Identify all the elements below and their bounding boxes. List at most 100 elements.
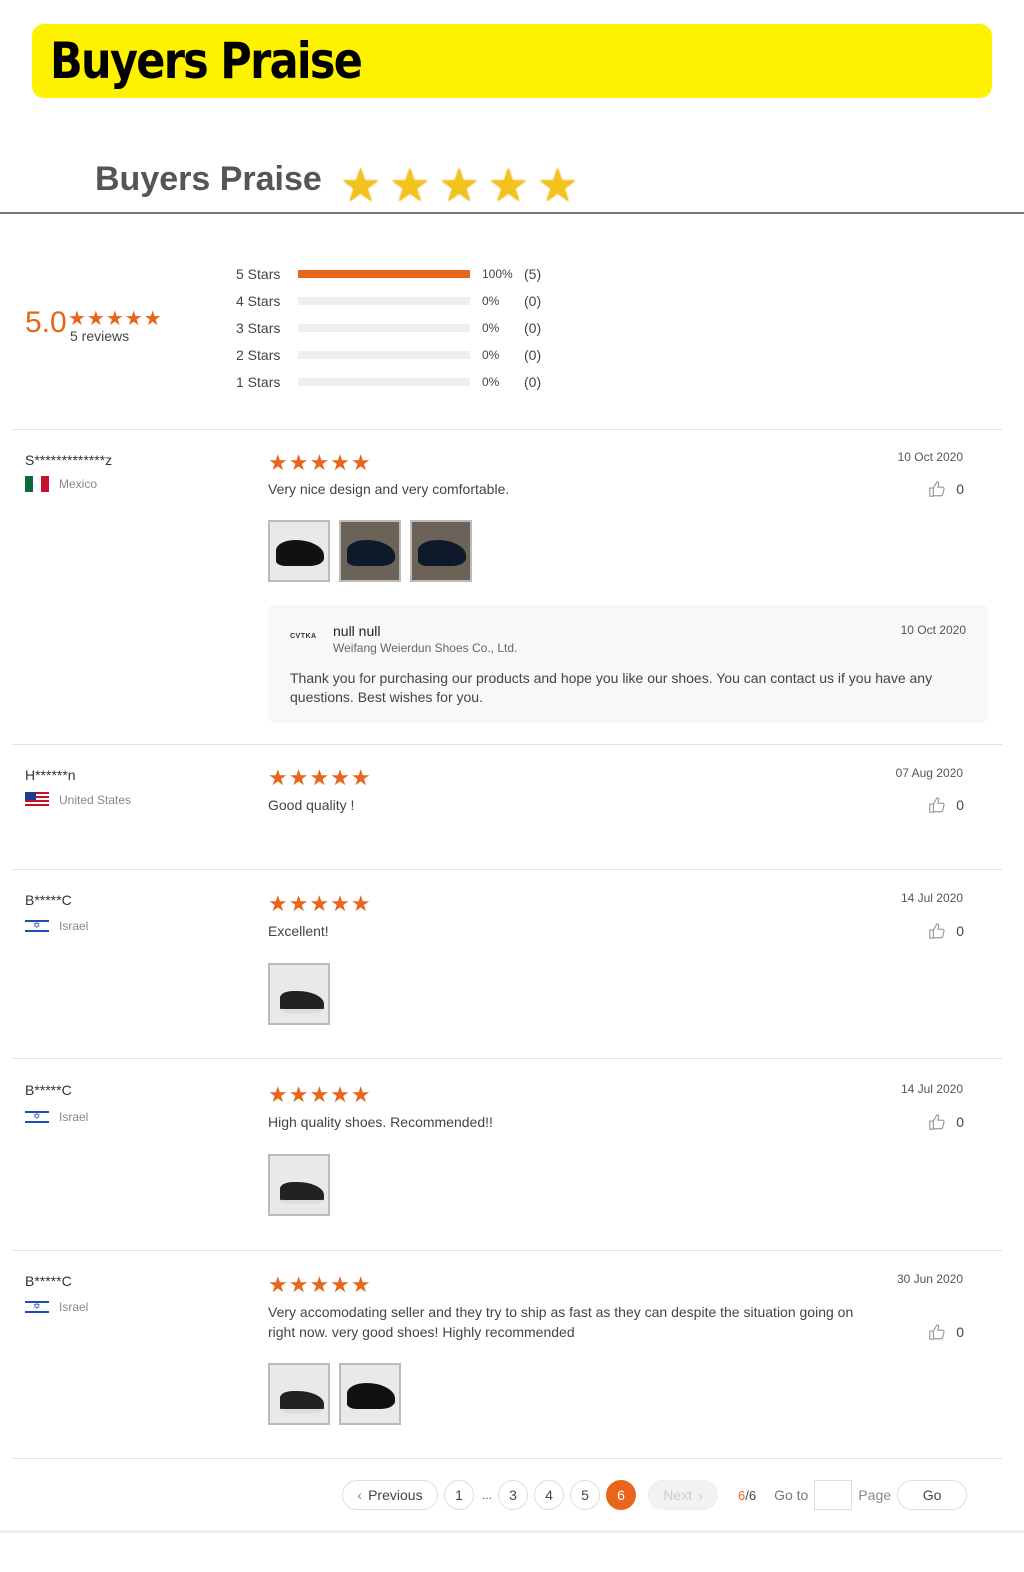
reviewer-name: B*****C bbox=[25, 1082, 72, 1098]
distribution-percent: 0% bbox=[482, 374, 500, 389]
israel-flag-icon bbox=[25, 1109, 49, 1125]
thumbs-up-icon bbox=[929, 797, 945, 813]
review-stars-icon: ★★★★★ bbox=[268, 450, 372, 475]
reply-company: Weifang Weierdun Shoes Co., Ltd. bbox=[333, 641, 518, 655]
review-photos bbox=[268, 1363, 401, 1425]
distribution-row[interactable]: 2 Stars 0% (0) bbox=[236, 341, 564, 368]
distribution-count: (5) bbox=[524, 265, 542, 282]
distribution-count: (0) bbox=[524, 373, 542, 390]
reply-name: null null bbox=[333, 623, 381, 639]
reviewer-country: United States bbox=[25, 792, 131, 808]
average-rating: 5.0 bbox=[25, 306, 67, 339]
review-text: Very accomodating seller and they try to… bbox=[268, 1304, 854, 1340]
like-button[interactable]: 0 bbox=[928, 796, 964, 814]
review-photo[interactable] bbox=[268, 520, 330, 582]
chevron-left-icon: ‹ bbox=[357, 1487, 363, 1503]
gold-star-icon: ★ bbox=[438, 159, 480, 211]
like-count: 0 bbox=[956, 1324, 964, 1340]
country-label: Israel bbox=[59, 1300, 89, 1314]
rating-summary: 5.0 ★★★★★ 5 reviews 5 Stars 100% (5) 4 S… bbox=[0, 250, 1024, 420]
review-photo[interactable] bbox=[268, 1154, 330, 1216]
review-stars-icon: ★★★★★ bbox=[268, 765, 372, 790]
country-label: United States bbox=[59, 793, 132, 807]
review-date: 10 Oct 2020 bbox=[897, 450, 963, 464]
page-total: 6/6 bbox=[738, 1488, 756, 1503]
review-count: 5 reviews bbox=[70, 328, 130, 344]
distribution-row[interactable]: 1 Stars 0% (0) bbox=[236, 368, 564, 395]
distribution-label: 2 Stars bbox=[236, 346, 281, 363]
go-button[interactable]: Go bbox=[897, 1480, 968, 1510]
praise-banner: Buyers Praise bbox=[32, 24, 992, 98]
like-button[interactable]: 0 bbox=[928, 922, 964, 940]
distribution-bar bbox=[298, 377, 470, 386]
like-button[interactable]: 0 bbox=[928, 1323, 964, 1341]
like-count: 0 bbox=[956, 797, 964, 813]
seller-logo: CVTKA bbox=[290, 633, 317, 640]
country-label: Israel bbox=[59, 919, 89, 933]
distribution-bar bbox=[298, 323, 470, 332]
page-button-4[interactable]: 4 bbox=[534, 1480, 564, 1510]
shoe-image bbox=[418, 540, 466, 566]
review-photo[interactable] bbox=[268, 963, 330, 1025]
shoe-image bbox=[347, 1383, 395, 1409]
review-photo[interactable] bbox=[268, 1363, 330, 1425]
page-button-3[interactable]: 3 bbox=[498, 1480, 528, 1510]
shoe-image bbox=[280, 991, 324, 1013]
us-flag-icon bbox=[25, 792, 49, 808]
divider bbox=[12, 1058, 1002, 1059]
gold-star-icon: ★ bbox=[389, 159, 431, 211]
israel-flag-icon bbox=[25, 918, 49, 934]
like-count: 0 bbox=[956, 481, 964, 497]
review-photos bbox=[268, 1154, 330, 1216]
review-text: Good quality ! bbox=[268, 797, 355, 813]
praise-title: Buyers Praise bbox=[95, 160, 322, 198]
thumbs-up-icon bbox=[929, 1114, 945, 1130]
distribution-bar bbox=[298, 350, 470, 359]
distribution-row[interactable]: 5 Stars 100% (5) bbox=[236, 260, 564, 287]
review-date: 14 Jul 2020 bbox=[900, 1082, 963, 1096]
review-photos bbox=[268, 520, 472, 582]
praise-header: Buyers Praise ★ ★ ★ ★ ★ bbox=[0, 150, 1024, 214]
chevron-right-icon: › bbox=[698, 1487, 703, 1503]
distribution-row[interactable]: 3 Stars 0% (0) bbox=[236, 314, 564, 341]
previous-page-button[interactable]: ‹ Previous bbox=[342, 1480, 438, 1510]
thumbs-up-icon bbox=[929, 923, 945, 939]
review-photo[interactable] bbox=[339, 520, 401, 582]
goto-page-input[interactable] bbox=[814, 1480, 853, 1510]
review-photo[interactable] bbox=[410, 520, 472, 582]
distribution-label: 5 Stars bbox=[236, 265, 281, 282]
gold-star-icon: ★ bbox=[487, 159, 529, 211]
shoe-image bbox=[276, 540, 324, 566]
reviewer-country: Israel bbox=[25, 1299, 88, 1315]
goto-label: Go to bbox=[774, 1487, 809, 1503]
distribution-percent: 0% bbox=[482, 293, 500, 308]
page-button-5[interactable]: 5 bbox=[570, 1480, 600, 1510]
total-pages: /6 bbox=[745, 1487, 757, 1503]
page-ellipsis: ... bbox=[481, 1488, 492, 1502]
review-stars-icon: ★★★★★ bbox=[268, 1082, 372, 1107]
shoe-image bbox=[347, 540, 395, 566]
review-date: 14 Jul 2020 bbox=[900, 891, 963, 905]
like-button[interactable]: 0 bbox=[928, 1113, 964, 1131]
review-photo[interactable] bbox=[339, 1363, 401, 1425]
distribution-bar bbox=[298, 269, 470, 278]
distribution-label: 1 Stars bbox=[236, 373, 281, 390]
review-date: 30 Jun 2020 bbox=[896, 1272, 963, 1286]
distribution-count: (0) bbox=[524, 346, 542, 363]
divider bbox=[12, 429, 1002, 430]
banner-title: Buyers Praise bbox=[50, 32, 363, 90]
next-page-button[interactable]: Next › bbox=[648, 1480, 718, 1510]
previous-label: Previous bbox=[368, 1487, 423, 1503]
page-button-1[interactable]: 1 bbox=[444, 1480, 474, 1510]
reviewer-country: Mexico bbox=[25, 476, 97, 492]
divider bbox=[12, 744, 1002, 745]
review-stars-icon: ★★★★★ bbox=[268, 1272, 372, 1297]
distribution-row[interactable]: 4 Stars 0% (0) bbox=[236, 287, 564, 314]
shoe-image bbox=[280, 1182, 324, 1204]
page-label: Page bbox=[858, 1487, 892, 1503]
reviewer-name: B*****C bbox=[25, 892, 72, 908]
page-button-6[interactable]: 6 bbox=[606, 1480, 636, 1510]
like-button[interactable]: 0 bbox=[928, 480, 964, 498]
distribution-label: 3 Stars bbox=[236, 319, 281, 336]
gold-star-icon: ★ bbox=[537, 159, 579, 211]
